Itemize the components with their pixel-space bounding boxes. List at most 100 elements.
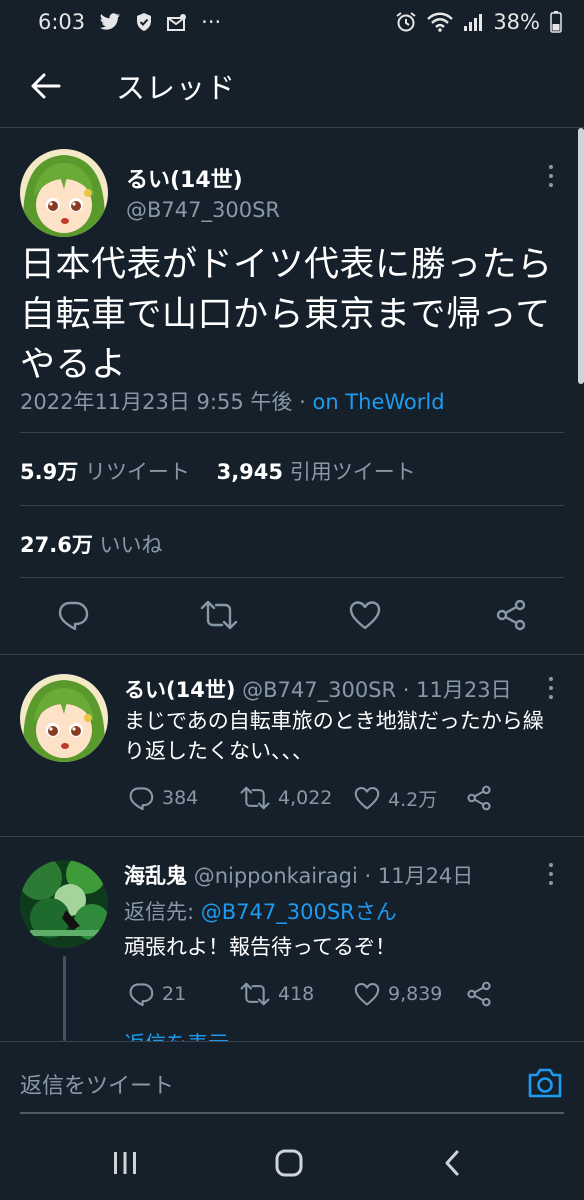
- header: スレッド: [0, 44, 584, 128]
- heart-icon: [349, 601, 381, 630]
- wifi-icon: [427, 12, 454, 32]
- reply-icon: [129, 787, 154, 810]
- retweets-link[interactable]: 5.9万 リツイート: [20, 460, 190, 484]
- home-button[interactable]: [267, 1143, 311, 1183]
- more-options-button[interactable]: [541, 860, 561, 888]
- tweet-actions: [0, 593, 584, 641]
- share-button[interactable]: [466, 979, 492, 1009]
- reply-tweet[interactable]: るい(14世) @B747_300SR · 11月23日 まじであの自転車旅のと…: [0, 656, 584, 837]
- retweet-icon: [200, 600, 238, 630]
- reply-text: まじであの自転車旅のとき地獄だったから繰り返したくない、、、: [124, 709, 544, 763]
- author-handle[interactable]: @B747_300SR: [126, 198, 280, 222]
- input-underline: [20, 1112, 564, 1114]
- author-name[interactable]: るい(14世): [126, 162, 243, 194]
- retweet-stats: 5.9万 リツイート 3,945 引用ツイート: [20, 456, 416, 486]
- retweet-icon: [240, 786, 270, 810]
- quotes-link[interactable]: 3,945 引用ツイート: [217, 460, 416, 484]
- retweet-count: 4,022: [278, 787, 333, 809]
- status-time: 6:03: [38, 10, 86, 34]
- reply-input[interactable]: 返信をツイート: [20, 1068, 174, 1100]
- divider: [20, 577, 564, 578]
- reply-to-line: 返信先: @B747_300SRさん: [124, 896, 397, 926]
- retweet-button[interactable]: 418: [240, 979, 314, 1009]
- heart-icon: [354, 982, 380, 1006]
- like-button[interactable]: 4.2万: [354, 783, 437, 813]
- retweet-button[interactable]: 4,022: [240, 783, 332, 813]
- more-options-button[interactable]: [541, 162, 561, 190]
- status-more: ···: [201, 10, 222, 34]
- reply-actions: 384 4,022 4.2万: [124, 783, 504, 813]
- heart-icon: [354, 786, 380, 810]
- reply-header: るい(14世) @B747_300SR · 11月23日: [124, 674, 512, 704]
- home-icon: [275, 1149, 303, 1177]
- back-nav-button[interactable]: [430, 1143, 474, 1183]
- main-tweet: るい(14世) @B747_300SR 日本代表がドイツ代表に勝ったら自転車で山…: [0, 128, 584, 655]
- tweet-meta: 2022年11月23日 9:55 午後 · on TheWorld: [20, 386, 445, 416]
- share-icon: [467, 785, 491, 811]
- reply-icon: [129, 983, 154, 1006]
- avatar[interactable]: [20, 860, 108, 948]
- recent-apps-button[interactable]: [103, 1143, 147, 1183]
- avatar[interactable]: [20, 149, 108, 237]
- reply-date: · 11月24日: [364, 864, 474, 888]
- share-icon: [496, 599, 526, 631]
- reply-author-handle[interactable]: @nipponkairagi: [194, 864, 358, 888]
- signal-icon: [463, 12, 483, 32]
- camera-button[interactable]: [526, 1064, 564, 1102]
- alarm-icon: [395, 11, 417, 33]
- retweets-label: リツイート: [84, 460, 190, 484]
- chevron-left-icon: [445, 1150, 459, 1176]
- quotes-label: 引用ツイート: [289, 460, 416, 484]
- compose-bar: 返信をツイート: [0, 1041, 584, 1125]
- reply-icon: [58, 601, 89, 630]
- reply-button[interactable]: 384: [128, 783, 198, 813]
- battery-icon: [550, 11, 562, 33]
- camera-icon: [528, 1068, 562, 1098]
- like-count: 9,839: [388, 983, 443, 1005]
- reply-to-link[interactable]: @B747_300SRさん: [201, 900, 397, 924]
- show-replies-link[interactable]: 返信を表示: [124, 1028, 229, 1041]
- like-count: 27.6万: [20, 533, 93, 557]
- reply-to-label: 返信先:: [124, 900, 195, 924]
- quote-count: 3,945: [216, 460, 284, 484]
- reply-button[interactable]: [51, 593, 95, 637]
- share-icon: [467, 981, 491, 1007]
- tweet-text: 日本代表がドイツ代表に勝ったら自転車で山口から東京まで帰ってやるよ: [20, 245, 553, 385]
- reply-count: 384: [162, 787, 199, 809]
- retweet-icon: [240, 982, 270, 1006]
- arrow-left-icon: [31, 73, 61, 98]
- avatar[interactable]: [20, 674, 108, 762]
- shield-check-icon: [135, 12, 153, 32]
- retweet-button[interactable]: [197, 593, 241, 637]
- reply-date: · 11月23日: [402, 678, 512, 702]
- back-button[interactable]: [0, 44, 92, 128]
- reply-button[interactable]: 21: [128, 979, 186, 1009]
- reply-tweet[interactable]: 海乱鬼 @nipponkairagi · 11月24日 返信先: @B747_3…: [0, 838, 584, 1041]
- status-bar: 6:03 ··· 38%: [0, 0, 584, 44]
- divider: [20, 505, 564, 506]
- reply-author-name[interactable]: るい(14世): [124, 678, 235, 702]
- likes-label: いいね: [99, 533, 163, 557]
- reply-author-handle[interactable]: @B747_300SR: [242, 678, 396, 702]
- tweet-datetime: 2022年11月23日 9:55 午後: [20, 390, 293, 414]
- retweet-count: 418: [278, 983, 315, 1005]
- reply-text: 頑張れよ！報告待ってるぞ！: [124, 935, 396, 959]
- more-options-button[interactable]: [541, 674, 561, 702]
- like-button[interactable]: [343, 593, 387, 637]
- likes-stats[interactable]: 27.6万 いいね: [20, 529, 163, 559]
- share-button[interactable]: [466, 783, 492, 813]
- like-count: 4.2万: [388, 788, 438, 811]
- system-nav-bar: [0, 1125, 584, 1200]
- tweet-source-link[interactable]: on TheWorld: [312, 390, 444, 414]
- page-title: スレッド: [116, 70, 237, 105]
- meta-separator: ·: [299, 390, 306, 414]
- reply-header: 海乱鬼 @nipponkairagi · 11月24日: [124, 860, 473, 890]
- reply-author-name[interactable]: 海乱鬼: [124, 864, 187, 888]
- reply-actions: 21 418 9,839: [124, 979, 504, 1009]
- share-button[interactable]: [489, 593, 533, 637]
- recent-apps-icon: [114, 1152, 136, 1174]
- divider: [20, 432, 564, 433]
- like-button[interactable]: 9,839: [354, 979, 442, 1009]
- reply-count: 21: [162, 983, 187, 1005]
- thread-line: [63, 956, 66, 1041]
